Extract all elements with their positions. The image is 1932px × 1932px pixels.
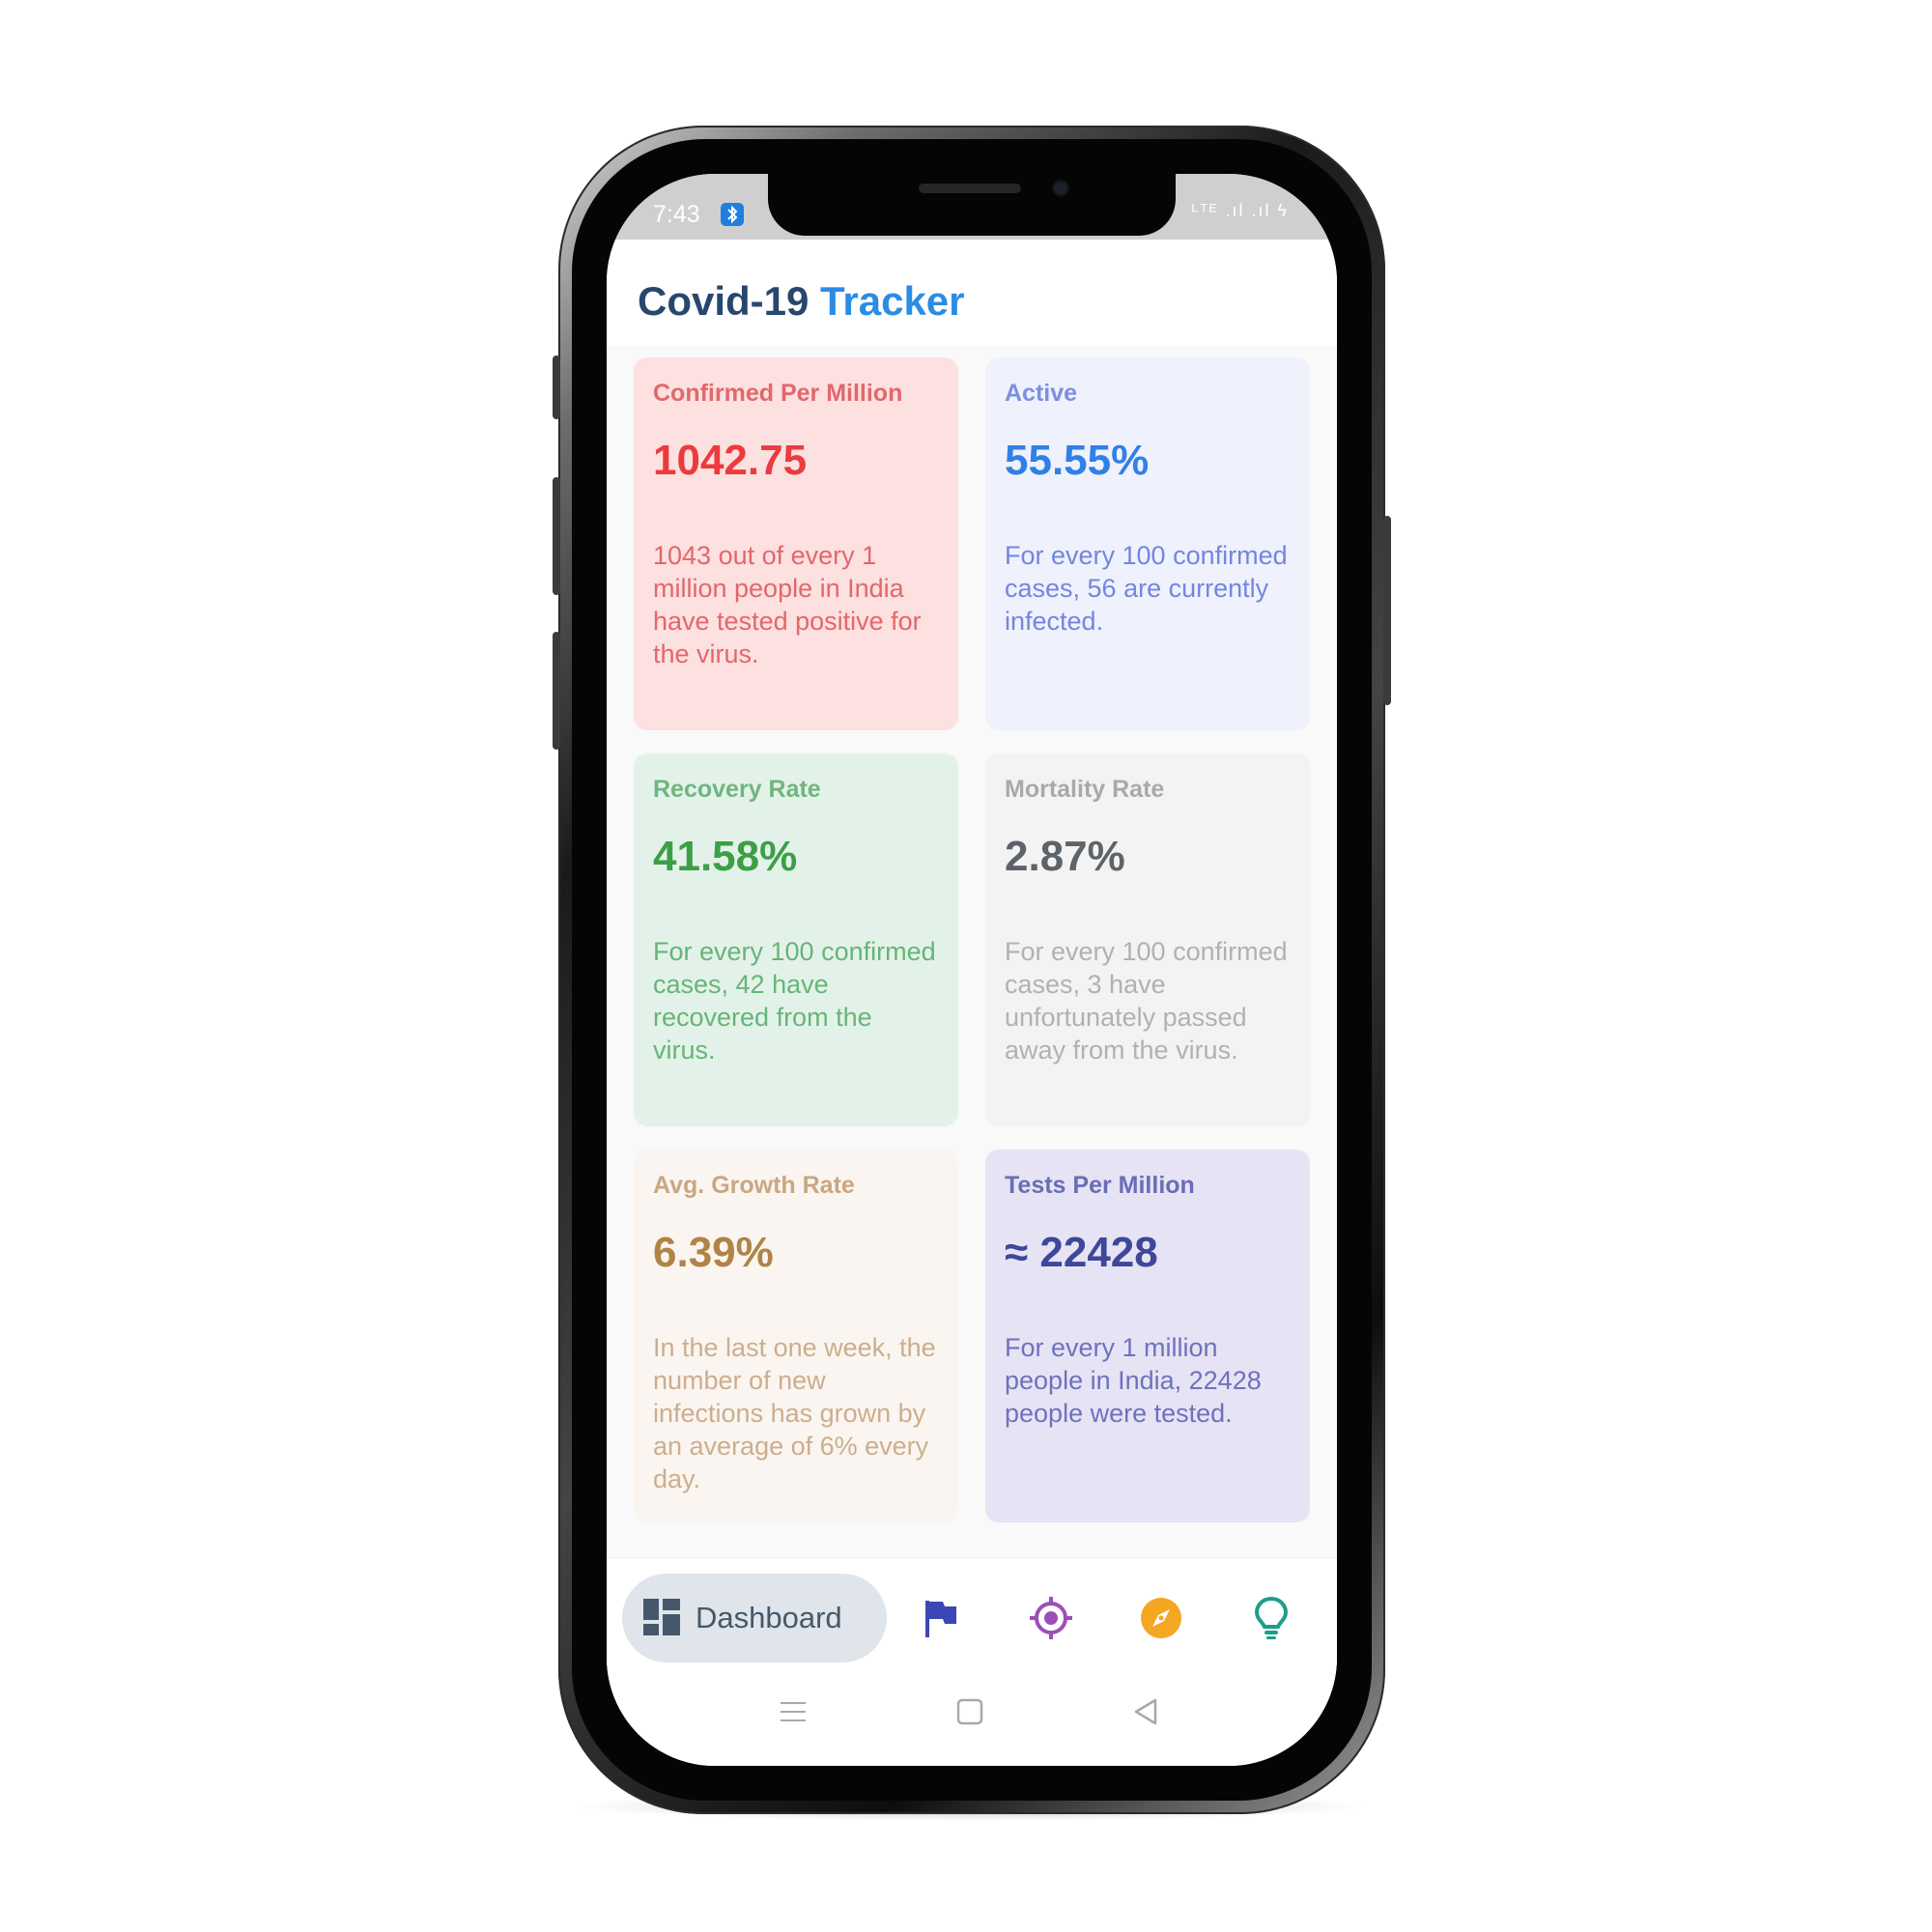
power-button — [1383, 516, 1391, 705]
card-value: 55.55% — [1005, 437, 1150, 484]
front-camera — [1052, 180, 1069, 197]
card-description: In the last one week, the number of new … — [653, 1333, 936, 1493]
status-bar: 7:43 ᴸᵀᴱ .ıl .ıl ϟ — [607, 174, 1337, 240]
home-square-icon — [951, 1698, 989, 1735]
card-recovery-rate[interactable]: Recovery Rate 41.58% For every 100 confi… — [634, 753, 958, 1126]
card-value: 41.58% — [653, 833, 798, 880]
network-status: ᴸᵀᴱ .ıl .ıl ϟ — [1191, 201, 1289, 220]
target-icon — [1028, 1597, 1074, 1645]
nav-flag-button[interactable] — [918, 1595, 964, 1641]
nav-dashboard-label: Dashboard — [696, 1601, 842, 1634]
dashboard-icon — [643, 1599, 680, 1639]
flag-icon — [918, 1601, 964, 1645]
card-value: ≈ 22428 — [1005, 1229, 1158, 1276]
card-confirmed-per-million[interactable]: Confirmed Per Million 1042.75 1043 out o… — [634, 357, 958, 730]
card-value: 2.87% — [1005, 833, 1125, 880]
nav-tips-button[interactable] — [1248, 1595, 1294, 1641]
card-avg-growth-rate[interactable]: Avg. Growth Rate 6.39% In the last one w… — [634, 1150, 958, 1522]
card-title: Confirmed Per Million — [653, 380, 903, 407]
app-header: Covid-19 Tracker — [607, 240, 1337, 346]
stage: 7:43 ᴸᵀᴱ .ıl .ıl ϟ Covid-19 Tracker Conf… — [0, 0, 1932, 1932]
system-back-button[interactable] — [1126, 1692, 1165, 1731]
app-title: Covid-19 Tracker — [638, 278, 965, 325]
card-title: Avg. Growth Rate — [653, 1172, 855, 1199]
volume-up-button — [553, 355, 560, 419]
bluetooth-icon — [721, 203, 744, 226]
app-title-accent: Tracker — [820, 278, 965, 324]
notch — [768, 174, 1176, 236]
card-active[interactable]: Active 55.55% For every 100 confirmed ca… — [985, 357, 1310, 730]
compass-icon — [1138, 1598, 1184, 1645]
mute-switch — [553, 632, 560, 750]
card-description: For every 100 confirmed cases, 42 have r… — [653, 937, 936, 1065]
card-description: 1043 out of every 1 million people in In… — [653, 541, 922, 668]
nav-target-button[interactable] — [1028, 1595, 1074, 1641]
card-title: Tests Per Million — [1005, 1172, 1195, 1199]
card-title: Active — [1005, 380, 1078, 407]
bottom-nav: Dashboard — [607, 1557, 1337, 1664]
card-description: For every 1 million people in India, 224… — [1005, 1333, 1262, 1428]
nav-compass-button[interactable] — [1138, 1595, 1184, 1641]
app-title-main: Covid-19 — [638, 278, 810, 324]
card-tests-per-million[interactable]: Tests Per Million ≈ 22428 For every 1 mi… — [985, 1150, 1310, 1522]
lightbulb-icon — [1248, 1596, 1294, 1645]
card-description: For every 100 confirmed cases, 3 have un… — [1005, 937, 1288, 1065]
card-value: 1042.75 — [653, 437, 808, 484]
system-nav-bar — [607, 1663, 1337, 1766]
card-title: Recovery Rate — [653, 776, 821, 803]
phone-screen: 7:43 ᴸᵀᴱ .ıl .ıl ϟ Covid-19 Tracker Conf… — [607, 174, 1337, 1766]
status-time: 7:43 — [653, 201, 700, 228]
card-description: For every 100 confirmed cases, 56 are cu… — [1005, 541, 1288, 636]
speaker — [919, 184, 1021, 193]
back-triangle-icon — [1126, 1698, 1165, 1735]
nav-dashboard-tab[interactable]: Dashboard — [622, 1574, 887, 1662]
volume-down-button — [553, 477, 560, 595]
system-menu-button[interactable] — [774, 1692, 812, 1731]
card-value: 6.39% — [653, 1229, 774, 1276]
card-mortality-rate[interactable]: Mortality Rate 2.87% For every 100 confi… — [985, 753, 1310, 1126]
card-title: Mortality Rate — [1005, 776, 1165, 803]
menu-icon — [774, 1702, 812, 1735]
system-home-button[interactable] — [951, 1692, 989, 1731]
